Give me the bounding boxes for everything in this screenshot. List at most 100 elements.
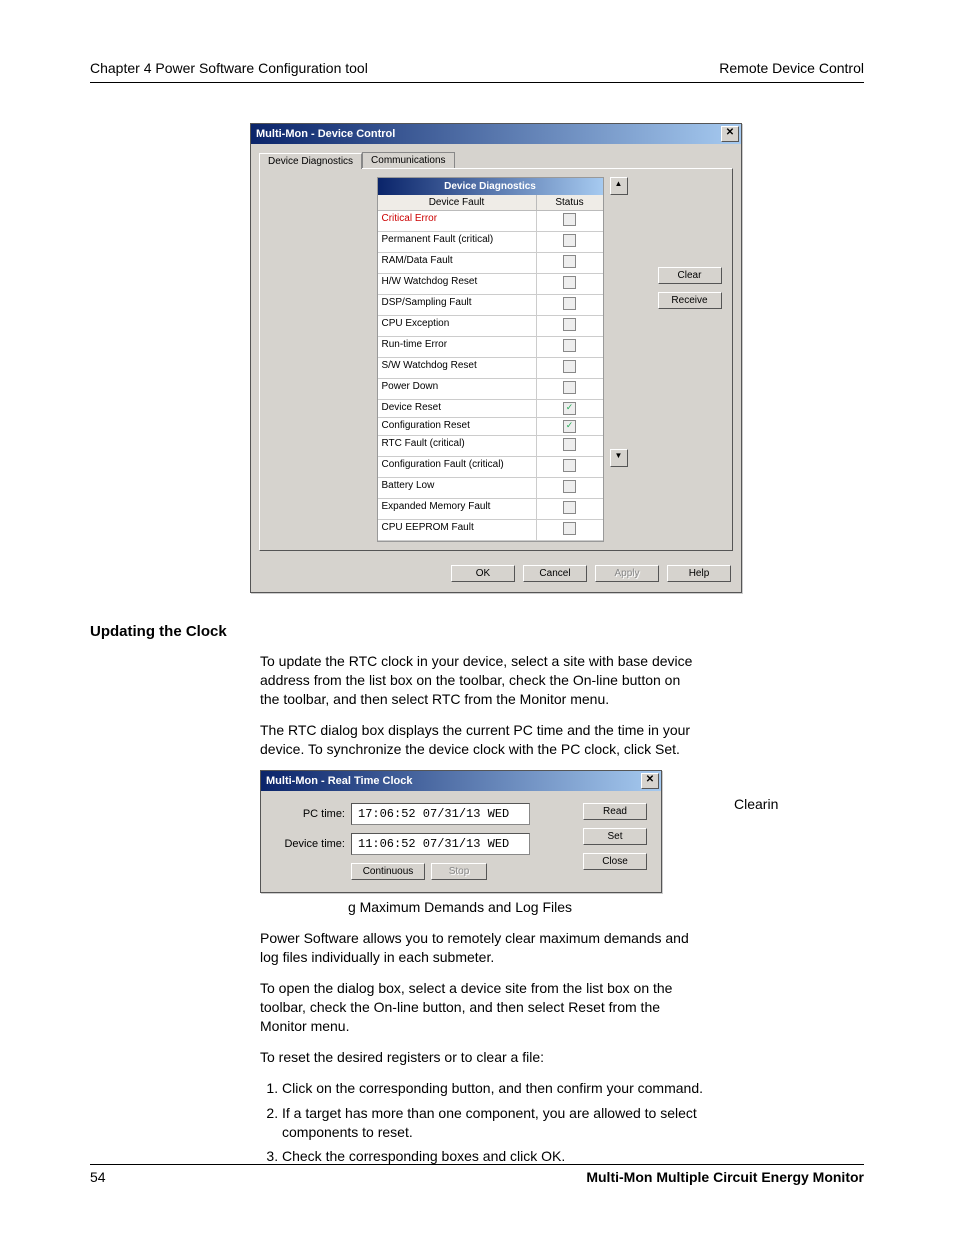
scrollbar[interactable]: ▲ ▼: [610, 177, 626, 467]
table-row: Power Down: [378, 379, 603, 400]
fault-label: RAM/Data Fault: [378, 253, 537, 273]
fault-label: Configuration Fault (critical): [378, 457, 537, 477]
checkbox[interactable]: [563, 438, 576, 451]
status-cell: [537, 295, 603, 315]
titlebar: Multi-Mon - Device Control ✕: [251, 124, 741, 144]
fault-label: Critical Error: [378, 211, 537, 231]
status-cell: [537, 520, 603, 540]
header-left: Chapter 4 Power Software Configuration t…: [90, 60, 368, 76]
status-cell: [537, 232, 603, 252]
tab-panel: Device Diagnostics Device Fault Status C…: [259, 168, 733, 551]
checkbox[interactable]: [563, 381, 576, 394]
fault-label: Power Down: [378, 379, 537, 399]
status-cell: [537, 436, 603, 456]
fault-label: DSP/Sampling Fault: [378, 295, 537, 315]
checkbox[interactable]: [563, 234, 576, 247]
dialog-title: Multi-Mon - Device Control: [256, 128, 395, 140]
device-time-field: 11:06:52 07/31/13 WED: [351, 833, 530, 855]
status-cell: ✓: [537, 418, 603, 435]
receive-button[interactable]: Receive: [658, 292, 722, 309]
page-header: Chapter 4 Power Software Configuration t…: [90, 60, 864, 83]
fault-label: Permanent Fault (critical): [378, 232, 537, 252]
close-icon[interactable]: ✕: [641, 773, 659, 789]
dialog-buttons: OK Cancel Apply Help: [251, 559, 741, 592]
checkbox[interactable]: [563, 360, 576, 373]
table-row: Battery Low: [378, 478, 603, 499]
checkbox[interactable]: ✓: [563, 420, 576, 433]
continuous-button[interactable]: Continuous: [351, 863, 425, 880]
fault-label: RTC Fault (critical): [378, 436, 537, 456]
status-cell: [537, 337, 603, 357]
fault-label: H/W Watchdog Reset: [378, 274, 537, 294]
status-cell: [537, 253, 603, 273]
table-row: Run-time Error: [378, 337, 603, 358]
fault-label: CPU EEPROM Fault: [378, 520, 537, 540]
table-row: H/W Watchdog Reset: [378, 274, 603, 295]
col-device-fault: Device Fault: [378, 195, 537, 210]
set-button[interactable]: Set: [583, 828, 647, 845]
tab-communications[interactable]: Communications: [362, 152, 454, 168]
col-status: Status: [537, 195, 603, 210]
tab-device-diagnostics[interactable]: Device Diagnostics: [259, 153, 362, 169]
scroll-up-icon[interactable]: ▲: [610, 177, 628, 195]
read-button[interactable]: Read: [583, 803, 647, 820]
table-row: Expanded Memory Fault: [378, 499, 603, 520]
fault-label: Battery Low: [378, 478, 537, 498]
wrap-text: Clearin: [734, 796, 778, 812]
status-cell: [537, 457, 603, 477]
status-cell: ✓: [537, 400, 603, 417]
table-row: Device Reset ✓: [378, 400, 603, 418]
fault-label: CPU Exception: [378, 316, 537, 336]
paragraph: The RTC dialog box displays the current …: [260, 721, 700, 759]
status-cell: [537, 499, 603, 519]
table-row: Permanent Fault (critical): [378, 232, 603, 253]
checkbox[interactable]: [563, 276, 576, 289]
close-icon[interactable]: ✕: [721, 126, 739, 142]
paragraph: To open the dialog box, select a device …: [260, 979, 700, 1036]
fault-label: S/W Watchdog Reset: [378, 358, 537, 378]
checkbox[interactable]: [563, 297, 576, 310]
table-row: RAM/Data Fault: [378, 253, 603, 274]
table-column-row: Device Fault Status: [378, 195, 603, 211]
checkbox[interactable]: [563, 459, 576, 472]
cancel-button[interactable]: Cancel: [523, 565, 587, 582]
checkbox[interactable]: [563, 213, 576, 226]
close-button[interactable]: Close: [583, 853, 647, 870]
table-row: S/W Watchdog Reset: [378, 358, 603, 379]
checkbox[interactable]: [563, 255, 576, 268]
checkbox[interactable]: [563, 318, 576, 331]
checkbox[interactable]: [563, 480, 576, 493]
pc-time-field: 17:06:52 07/31/13 WED: [351, 803, 530, 825]
fault-label: Run-time Error: [378, 337, 537, 357]
clear-button[interactable]: Clear: [658, 267, 722, 284]
list-item: If a target has more than one component,…: [282, 1104, 722, 1142]
product-name: Multi-Mon Multiple Circuit Energy Monito…: [586, 1169, 864, 1185]
table-row: Critical Error: [378, 211, 603, 232]
device-control-dialog: Multi-Mon - Device Control ✕ Device Diag…: [250, 123, 742, 593]
status-cell: [537, 274, 603, 294]
checkbox[interactable]: ✓: [563, 402, 576, 415]
scroll-down-icon[interactable]: ▼: [610, 449, 628, 467]
checkbox[interactable]: [563, 501, 576, 514]
table-row: RTC Fault (critical): [378, 436, 603, 457]
paragraph: To reset the desired registers or to cle…: [260, 1048, 700, 1067]
help-button[interactable]: Help: [667, 565, 731, 582]
table-row: Configuration Fault (critical): [378, 457, 603, 478]
status-cell: [537, 211, 603, 231]
table-row: Configuration Reset✓: [378, 418, 603, 436]
diagnostics-table: Device Diagnostics Device Fault Status C…: [377, 177, 604, 542]
table-row: CPU EEPROM Fault: [378, 520, 603, 541]
fault-label: Device Reset: [378, 400, 537, 417]
pc-time-label: PC time:: [275, 808, 351, 820]
table-header: Device Diagnostics: [378, 178, 603, 195]
paragraph: To update the RTC clock in your device, …: [260, 652, 700, 709]
checkbox[interactable]: [563, 522, 576, 535]
list-item: Click on the corresponding button, and t…: [282, 1079, 722, 1098]
apply-button[interactable]: Apply: [595, 565, 659, 582]
rtc-dialog: Multi-Mon - Real Time Clock ✕ PC time: 1…: [260, 770, 662, 893]
ok-button[interactable]: OK: [451, 565, 515, 582]
fault-label: Expanded Memory Fault: [378, 499, 537, 519]
checkbox[interactable]: [563, 339, 576, 352]
paragraph: Power Software allows you to remotely cl…: [260, 929, 700, 967]
stop-button[interactable]: Stop: [431, 863, 487, 880]
